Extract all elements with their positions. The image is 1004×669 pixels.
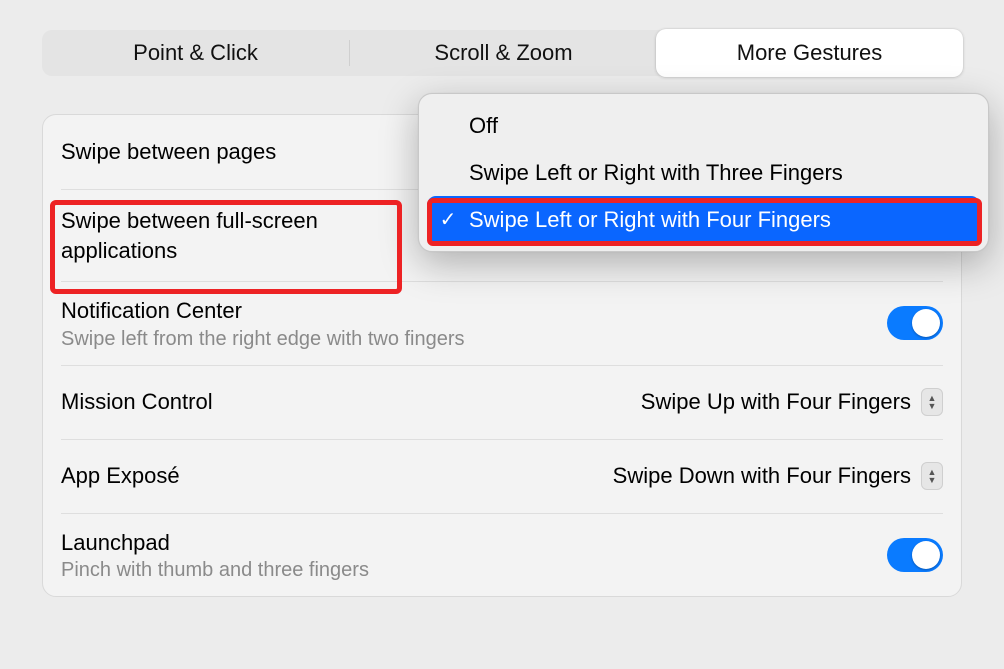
row-subtitle: Pinch with thumb and three fingers	[61, 559, 887, 582]
popup-mission-control[interactable]: Swipe Up with Four Fingers ▲▼	[641, 388, 943, 416]
dropdown-item-off[interactable]: Off	[427, 102, 980, 149]
row-title: Notification Center	[61, 296, 887, 326]
chevron-up-down-icon: ▲▼	[921, 388, 943, 416]
toggle-launchpad[interactable]	[887, 538, 943, 572]
dropdown-swipe-fullscreen: Off Swipe Left or Right with Three Finge…	[418, 93, 989, 252]
dropdown-item-three-fingers[interactable]: Swipe Left or Right with Three Fingers	[427, 149, 980, 196]
toggle-knob	[912, 309, 940, 337]
dropdown-item-label: Off	[469, 113, 498, 139]
dropdown-item-four-fingers[interactable]: ✓ Swipe Left or Right with Four Fingers	[427, 196, 980, 243]
tab-label: More Gestures	[737, 40, 883, 66]
row-notification-center: Notification Center Swipe left from the …	[61, 281, 943, 365]
row-title: Mission Control	[61, 387, 641, 417]
row-mission-control: Mission Control Swipe Up with Four Finge…	[61, 365, 943, 439]
row-subtitle: Swipe left from the right edge with two …	[61, 328, 887, 351]
popup-value: Swipe Up with Four Fingers	[641, 389, 911, 415]
row-app-expose: App Exposé Swipe Down with Four Fingers …	[61, 439, 943, 513]
tab-scroll-zoom[interactable]: Scroll & Zoom	[350, 30, 657, 76]
tab-bar: Point & Click Scroll & Zoom More Gesture…	[42, 30, 962, 76]
popup-app-expose[interactable]: Swipe Down with Four Fingers ▲▼	[613, 462, 943, 490]
row-title: Swipe between full-screen applications	[61, 206, 401, 265]
tab-more-gestures[interactable]: More Gestures	[656, 29, 963, 77]
row-title: App Exposé	[61, 461, 613, 491]
row-title: Launchpad	[61, 528, 887, 558]
chevron-up-down-icon: ▲▼	[921, 462, 943, 490]
check-icon: ✓	[437, 207, 459, 232]
toggle-notification-center[interactable]	[887, 306, 943, 340]
dropdown-item-label: Swipe Left or Right with Three Fingers	[469, 160, 843, 186]
toggle-knob	[912, 541, 940, 569]
dropdown-item-label: Swipe Left or Right with Four Fingers	[469, 207, 831, 233]
tab-label: Scroll & Zoom	[434, 40, 572, 66]
row-launchpad: Launchpad Pinch with thumb and three fin…	[61, 513, 943, 597]
tab-point-click[interactable]: Point & Click	[42, 30, 349, 76]
popup-value: Swipe Down with Four Fingers	[613, 463, 911, 489]
tab-label: Point & Click	[133, 40, 258, 66]
